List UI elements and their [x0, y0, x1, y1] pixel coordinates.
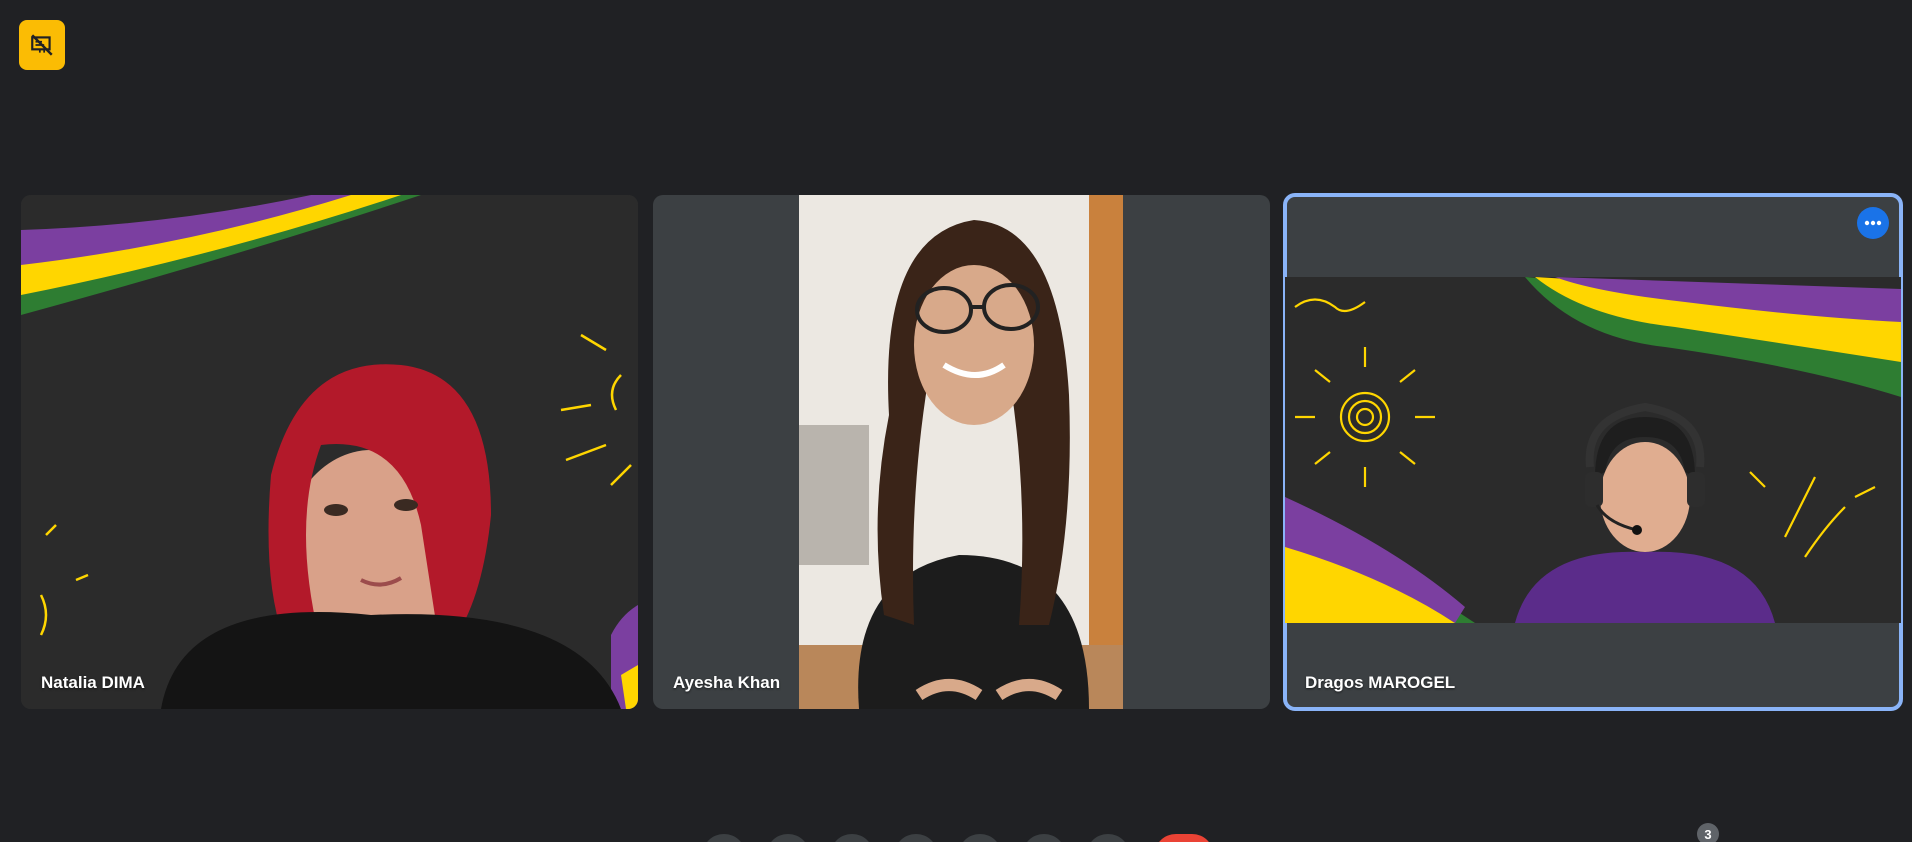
control-button[interactable] [958, 834, 1002, 842]
participant-tile-1[interactable]: Natalia DIMA [21, 195, 638, 709]
control-button[interactable] [702, 834, 746, 842]
participant-tile-3[interactable]: Dragos MAROGEL [1283, 193, 1903, 711]
participant-video [21, 195, 638, 709]
participant-name: Dragos MAROGEL [1305, 673, 1456, 692]
participant-tile-2[interactable]: Ayesha Khan [653, 195, 1270, 709]
meeting-stage: Natalia DIMA Ayesha Khan Dragos MAROGEL … [0, 0, 1912, 842]
presentation-off-button[interactable] [19, 20, 65, 70]
more-horizontal-icon [1864, 220, 1882, 226]
more-options-button[interactable] [1857, 207, 1889, 239]
participant-name: Ayesha Khan [673, 673, 781, 692]
participant-video [1285, 277, 1901, 623]
control-button[interactable] [1022, 834, 1066, 842]
presentation-off-icon [31, 34, 53, 56]
participant-video [799, 195, 1123, 709]
control-button[interactable] [1086, 834, 1130, 842]
leave-call-button[interactable] [1154, 834, 1214, 842]
participant-count-badge: 3 [1697, 823, 1719, 842]
participant-name: Natalia DIMA [41, 673, 145, 692]
control-button[interactable] [766, 834, 810, 842]
control-button[interactable] [894, 834, 938, 842]
control-button[interactable] [830, 834, 874, 842]
